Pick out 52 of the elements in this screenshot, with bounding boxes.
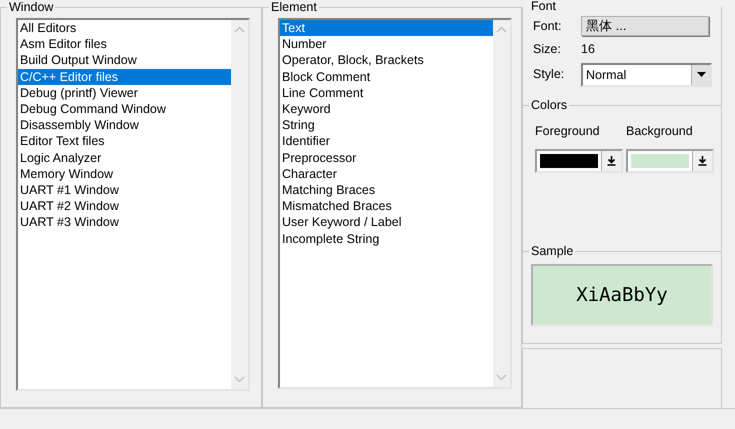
chevron-down-icon xyxy=(234,376,245,383)
group-title: Colors xyxy=(529,98,570,112)
color-label: Background xyxy=(626,123,694,140)
list-item[interactable]: Block Comment xyxy=(280,68,493,85)
list-item[interactable]: String xyxy=(280,117,493,134)
list-item[interactable]: Preprocessor xyxy=(280,150,493,166)
list-item[interactable]: Memory Window xyxy=(18,166,231,182)
chevron-up-icon xyxy=(496,26,507,33)
style-dropdown[interactable]: Normal xyxy=(581,62,712,87)
list-item[interactable]: Keyword xyxy=(280,101,493,118)
scrollbar[interactable] xyxy=(231,20,248,389)
field-label: Size: xyxy=(533,41,562,58)
sample-preview: XiAaBbYy xyxy=(531,264,713,326)
list-item[interactable]: Line Comment xyxy=(280,84,493,102)
scrollbar[interactable] xyxy=(493,20,510,387)
list-item[interactable]: Logic Analyzer xyxy=(18,150,231,166)
list-item[interactable]: Operator, Block, Brackets xyxy=(280,52,493,69)
list-item[interactable]: Asm Editor files xyxy=(18,36,231,52)
font-button[interactable]: 黑体 ... xyxy=(581,16,709,36)
list-item[interactable]: Text xyxy=(280,20,493,36)
list-item[interactable]: Incomplete String xyxy=(280,230,493,247)
list-item[interactable]: Editor Text files xyxy=(18,133,231,150)
color-picker[interactable] xyxy=(626,148,714,173)
list-item[interactable]: UART #3 Window xyxy=(18,214,231,231)
list-item[interactable]: Disassembly Window xyxy=(18,117,231,134)
color-label: Foreground xyxy=(535,123,601,140)
field-label: Style: xyxy=(533,66,566,84)
group-title: Window xyxy=(7,0,56,14)
list-item[interactable]: UART #2 Window xyxy=(18,198,231,214)
download-arrow-icon xyxy=(607,156,616,166)
list-item[interactable]: UART #1 Window xyxy=(18,182,231,198)
dropdown-arrow-icon xyxy=(696,72,706,78)
list-item[interactable]: Mismatched Braces xyxy=(280,198,493,214)
download-arrow-icon xyxy=(698,156,707,166)
chevron-up-icon xyxy=(234,26,245,33)
list-item[interactable]: C/C++ Editor files xyxy=(18,68,231,85)
size-value: 16 xyxy=(581,41,595,58)
list-item[interactable]: Number xyxy=(280,36,493,52)
group-title: Font xyxy=(529,0,558,13)
list-item[interactable]: Debug Command Window xyxy=(18,101,231,118)
color-picker[interactable] xyxy=(535,148,623,173)
list-item[interactable]: Build Output Window xyxy=(18,52,231,69)
field-label: Font: xyxy=(533,18,562,35)
list-item[interactable]: Character xyxy=(280,166,493,182)
list-item[interactable]: Debug (printf) Viewer xyxy=(18,84,231,102)
group-title: Sample xyxy=(529,244,576,258)
chevron-down-icon xyxy=(496,374,507,381)
list-item[interactable]: User Keyword / Label xyxy=(280,214,493,231)
list-item[interactable]: All Editors xyxy=(18,20,231,36)
group-title: Element xyxy=(269,0,319,14)
list-item[interactable]: Identifier xyxy=(280,133,493,150)
list-item[interactable]: Matching Braces xyxy=(280,182,493,198)
